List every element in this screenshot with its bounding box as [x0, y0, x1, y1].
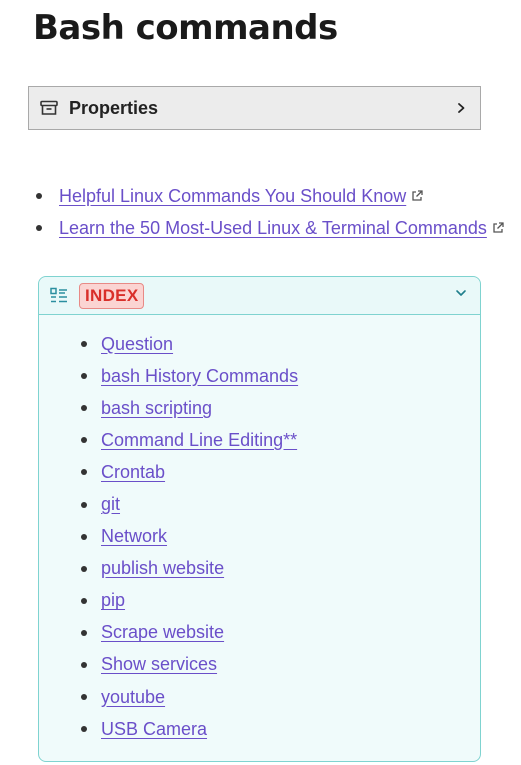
index-list-item: youtube: [81, 681, 480, 713]
index-link[interactable]: Scrape website: [101, 622, 224, 643]
list-item: Helpful Linux Commands You Should Know: [36, 180, 505, 212]
external-links-list: Helpful Linux Commands You Should Know L…: [36, 180, 505, 244]
properties-toggle[interactable]: Properties: [28, 86, 481, 130]
index-list-item: Show services: [81, 649, 480, 681]
index-list-item: git: [81, 488, 480, 520]
bullet: [81, 597, 87, 604]
bullet: [81, 341, 87, 348]
index-list-item: bash scripting: [81, 392, 480, 424]
index-link[interactable]: bash History Commands: [101, 366, 298, 387]
index-link[interactable]: Command Line Editing**: [101, 430, 297, 451]
index-link[interactable]: Show services: [101, 654, 217, 675]
bullet: [81, 469, 87, 476]
index-link[interactable]: publish website: [101, 558, 224, 579]
bullet: [81, 694, 87, 701]
index-list-item: Command Line Editing**: [81, 424, 480, 456]
bullet: [81, 373, 87, 380]
index-link[interactable]: youtube: [101, 687, 165, 708]
page-title: Bash commands: [33, 8, 338, 48]
index-list-item: publish website: [81, 553, 480, 585]
index-badge: INDEX: [79, 282, 145, 309]
external-link-icon: [493, 222, 504, 233]
index-list-item: bash History Commands: [81, 360, 480, 392]
bullet: [81, 726, 87, 733]
bullet: [81, 437, 87, 444]
index-list-item: Crontab: [81, 456, 480, 488]
list-icon: [50, 287, 67, 302]
list-item: Learn the 50 Most-Used Linux & Terminal …: [36, 212, 505, 244]
properties-label: Properties: [69, 97, 159, 118]
chevron-down-icon[interactable]: [454, 286, 468, 305]
index-list-item: Network: [81, 521, 480, 553]
index-link[interactable]: Crontab: [101, 462, 165, 483]
index-callout: INDEX Question bash History Commands bash …: [38, 276, 481, 762]
index-list-item: Question: [81, 328, 480, 360]
bullet: [81, 533, 87, 540]
bullet: [81, 661, 87, 668]
index-list-item: pip: [81, 585, 480, 617]
bullet: [81, 501, 87, 508]
index-link[interactable]: bash scripting: [101, 398, 212, 419]
index-list-item: Scrape website: [81, 617, 480, 649]
index-link[interactable]: USB Camera: [101, 719, 207, 740]
link-learn-50-linux-commands[interactable]: Learn the 50 Most-Used Linux & Terminal …: [59, 218, 487, 239]
bullet: [36, 193, 42, 199]
index-link[interactable]: git: [101, 494, 120, 515]
page: Bash commands Properties Helpful Linux C…: [0, 0, 521, 765]
bullet: [36, 225, 42, 231]
bullet: [81, 565, 87, 572]
bullet: [81, 629, 87, 636]
index-list-item: USB Camera: [81, 713, 480, 745]
index-link[interactable]: pip: [101, 590, 125, 611]
index-list: Question bash History Commands bash script…: [39, 315, 480, 745]
index-link[interactable]: Question: [101, 334, 173, 355]
chevron-right-icon: [454, 101, 468, 115]
index-link[interactable]: Network: [101, 526, 167, 547]
index-header[interactable]: INDEX: [39, 277, 480, 315]
external-link-icon: [412, 190, 423, 201]
archive-box-icon: [39, 98, 59, 118]
link-helpful-linux-commands[interactable]: Helpful Linux Commands You Should Know: [59, 186, 406, 207]
bullet: [81, 405, 87, 412]
